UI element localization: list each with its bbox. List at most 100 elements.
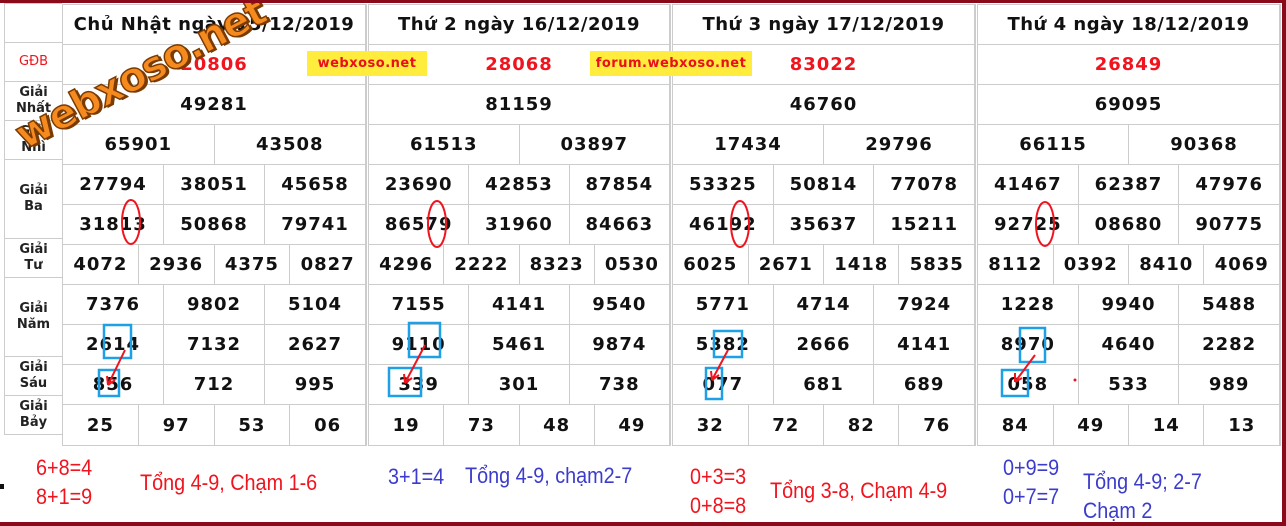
giai-ba-value: 62387 bbox=[1078, 165, 1180, 205]
giai-ba-value: 79741 bbox=[265, 205, 366, 245]
giai-ba-value: 50814 bbox=[773, 165, 875, 205]
giai-nhi-value: 17434 bbox=[673, 125, 824, 165]
giai-nam-value: 9874 bbox=[569, 325, 670, 365]
giai-tu-value: 4375 bbox=[214, 245, 291, 285]
giai-tu-value: 4072 bbox=[63, 245, 139, 285]
giai-sau-value: 681 bbox=[773, 365, 875, 405]
giai-bay-value: 76 bbox=[899, 405, 975, 445]
giai-nam-value: 4714 bbox=[773, 285, 875, 325]
giai-tu-value: 0530 bbox=[594, 245, 670, 285]
day-title: Thứ 4 ngày 18/12/2019 bbox=[978, 5, 1280, 45]
prize-labels: GĐB Giải Nhất Giải Nhì Giải Ba Giải Tư Giải N… bbox=[4, 3, 62, 435]
giai-nam-value: 7155 bbox=[369, 285, 470, 325]
giai-nam-value: 9940 bbox=[1078, 285, 1180, 325]
giai-ba-value: 45658 bbox=[265, 165, 366, 205]
giai-ba-value: 53325 bbox=[673, 165, 774, 205]
ad-banner-forum[interactable]: forum.webxoso.net bbox=[590, 51, 752, 76]
giai-ba-value: 46192 bbox=[673, 205, 774, 245]
giai-ba-value: 31813 bbox=[63, 205, 164, 245]
giai-nam-value: 4141 bbox=[469, 285, 570, 325]
giai-nhi-value: 29796 bbox=[824, 125, 975, 165]
day-block: Thứ 4 ngày 18/12/2019 26849 69095 66115 9036… bbox=[977, 4, 1281, 446]
giai-nhi-value: 43508 bbox=[214, 125, 366, 165]
giai-tu-value: 8323 bbox=[519, 245, 595, 285]
giai-sau-value: 995 bbox=[265, 365, 366, 405]
giai-ba-value: 92725 bbox=[978, 205, 1079, 245]
giai-ba-value: 50868 bbox=[164, 205, 265, 245]
giai-nam-value: 7924 bbox=[874, 285, 975, 325]
note-4-line-2: 0+7=7 bbox=[1003, 484, 1060, 509]
giai-nam-value: 5488 bbox=[1179, 285, 1280, 325]
giai-nam-value: 8970 bbox=[978, 325, 1079, 365]
label-gdb: GĐB bbox=[4, 42, 62, 82]
label-header-empty bbox=[4, 3, 62, 43]
giai-dac-biet-value: 26849 bbox=[978, 45, 1280, 85]
giai-ba-value: 08680 bbox=[1078, 205, 1180, 245]
giai-bay-value: 32 bbox=[673, 405, 749, 445]
label-giai-ba: Giải Ba bbox=[4, 159, 62, 239]
giai-tu-value: 4069 bbox=[1204, 245, 1280, 285]
giai-nam-value: 1228 bbox=[978, 285, 1079, 325]
note-4-line-1: 0+9=9 bbox=[1003, 455, 1060, 480]
giai-tu-value: 1418 bbox=[824, 245, 900, 285]
giai-nhi-value: 03897 bbox=[519, 125, 670, 165]
giai-ba-value: 47976 bbox=[1179, 165, 1280, 205]
giai-nam-value: 9110 bbox=[369, 325, 470, 365]
giai-bay-value: 19 bbox=[369, 405, 445, 445]
giai-nhat-value: 81159 bbox=[369, 85, 670, 125]
giai-ba-value: 15211 bbox=[874, 205, 975, 245]
giai-ba-value: 35637 bbox=[773, 205, 875, 245]
giai-nam-value: 7376 bbox=[63, 285, 164, 325]
giai-sau-value: 712 bbox=[164, 365, 265, 405]
giai-nam-value: 9802 bbox=[164, 285, 265, 325]
giai-sau-value: 058 bbox=[978, 365, 1079, 405]
giai-nam-value: 2614 bbox=[63, 325, 164, 365]
giai-sau-value: 689 bbox=[874, 365, 975, 405]
label-giai-nam: Giải Năm bbox=[4, 277, 62, 357]
note-4-summary-2: Chạm 2 bbox=[1083, 498, 1153, 523]
giai-bay-value: 25 bbox=[63, 405, 139, 445]
giai-tu-value: 8112 bbox=[978, 245, 1054, 285]
giai-nam-value: 4141 bbox=[874, 325, 975, 365]
giai-ba-value: 90775 bbox=[1179, 205, 1280, 245]
giai-bay-value: 72 bbox=[749, 405, 824, 445]
giai-nam-value: 5104 bbox=[265, 285, 366, 325]
giai-nam-value: 2666 bbox=[773, 325, 875, 365]
giai-nam-value: 9540 bbox=[569, 285, 670, 325]
giai-nam-value: 5771 bbox=[673, 285, 774, 325]
giai-nam-value: 7132 bbox=[164, 325, 265, 365]
note-2-summary: Tổng 4-9, chạm2-7 bbox=[465, 463, 633, 488]
giai-sau-value: 339 bbox=[369, 365, 470, 405]
giai-tu-value: 2936 bbox=[138, 245, 215, 285]
giai-tu-value: 0392 bbox=[1053, 245, 1129, 285]
giai-sau-value: 533 bbox=[1078, 365, 1180, 405]
giai-bay-value: 49 bbox=[1054, 405, 1129, 445]
giai-sau-value: 738 bbox=[569, 365, 670, 405]
ad-banner-webxoso[interactable]: webxoso.net bbox=[307, 51, 427, 76]
giai-nhat-value: 69095 bbox=[978, 85, 1280, 125]
giai-ba-value: 23690 bbox=[369, 165, 470, 205]
giai-sau-value: 077 bbox=[673, 365, 774, 405]
giai-bay-value: 13 bbox=[1204, 405, 1280, 445]
giai-nhi-value: 65901 bbox=[63, 125, 215, 165]
giai-bay-value: 53 bbox=[215, 405, 291, 445]
label-giai-bay: Giải Bảy bbox=[4, 395, 62, 435]
giai-bay-value: 14 bbox=[1129, 405, 1205, 445]
giai-tu-value: 4296 bbox=[369, 245, 445, 285]
giai-bay-value: 73 bbox=[444, 405, 520, 445]
note-2-line-1: 3+1=4 bbox=[388, 464, 445, 489]
giai-ba-value: 31960 bbox=[469, 205, 570, 245]
giai-sau-value: 856 bbox=[63, 365, 164, 405]
giai-bay-value: 48 bbox=[520, 405, 595, 445]
giai-bay-value: 97 bbox=[139, 405, 215, 445]
giai-ba-value: 86579 bbox=[369, 205, 470, 245]
giai-tu-value: 2671 bbox=[748, 245, 824, 285]
giai-sau-value: 989 bbox=[1179, 365, 1280, 405]
note-3-summary: Tổng 3-8, Chạm 4-9 bbox=[770, 478, 948, 503]
giai-nam-value: 5382 bbox=[673, 325, 774, 365]
giai-ba-value: 87854 bbox=[569, 165, 670, 205]
giai-tu-value: 5835 bbox=[899, 245, 975, 285]
giai-ba-value: 84663 bbox=[569, 205, 670, 245]
day-title: Thứ 3 ngày 17/12/2019 bbox=[673, 5, 975, 45]
giai-nhi-value: 90368 bbox=[1129, 125, 1280, 165]
